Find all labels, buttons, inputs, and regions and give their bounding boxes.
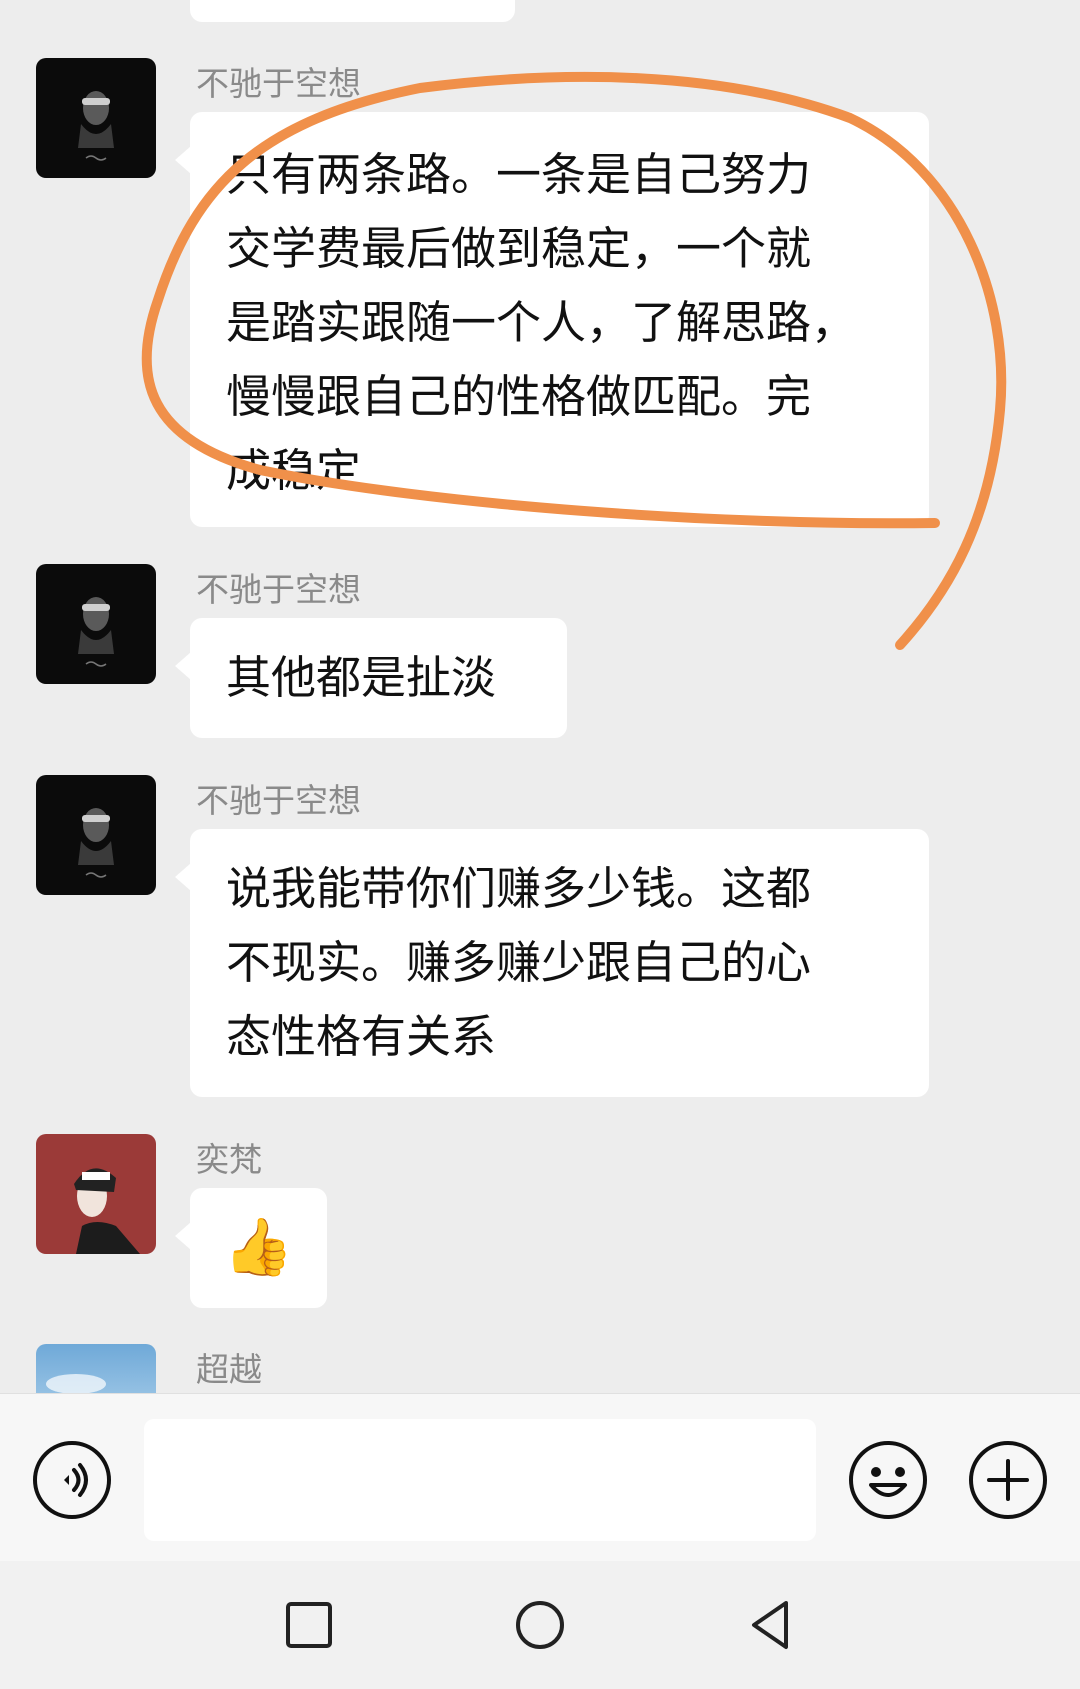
masked-man-avatar[interactable] [36,564,156,684]
message-text-line: 只有两条路。一条是自己努力 [226,148,812,201]
message-text-line: 说我能带你们赚多少钱。这都 [226,862,812,915]
back-icon[interactable] [740,1595,800,1655]
message-text-line: 成稳定 [226,444,362,497]
message-bubble[interactable]: 其他都是扯淡 [175,618,567,738]
masked-man-avatar[interactable] [36,58,156,178]
message-text-line: 交学费最后做到稳定，一个就 [226,222,812,275]
home-icon[interactable] [510,1595,570,1655]
previous-message-bubble[interactable] [190,0,515,22]
message-bubble[interactable]: 只有两条路。一条是自己努力 交学费最后做到稳定，一个就 是踏实跟随一个人，了解思… [175,112,929,527]
recent-apps-icon[interactable] [279,1595,339,1655]
sender-name: 奕梵 [196,1140,262,1179]
message-text-line: 其他都是扯淡 [226,651,497,704]
hooded-man-avatar[interactable] [36,1134,156,1254]
message-text-line: 是踏实跟随一个人，了解思路， [226,296,857,349]
message-text-line: 不现实。赚多赚少跟自己的心 [226,936,812,989]
message-text-line: 慢慢跟自己的性格做匹配。完 [226,370,812,423]
chat-message-list[interactable]: 不驰于空想 只有两条路。一条是自己努力 交学费最后做到稳定，一个就 是踏实跟随一… [0,0,1080,1393]
sender-name: 不驰于空想 [196,64,361,103]
message-bubble[interactable]: 👍 [175,1188,327,1308]
input-bar [0,1393,1080,1562]
voice-input-icon[interactable] [31,1439,113,1521]
emoji-icon[interactable] [847,1439,929,1521]
message-bubble[interactable]: 说我能带你们赚多少钱。这都 不现实。赚多赚少跟自己的心 态性格有关系 [175,829,929,1097]
masked-man-avatar[interactable] [36,775,156,895]
plus-icon[interactable] [967,1439,1049,1521]
message-text-line: 态性格有关系 [226,1010,497,1063]
sender-name: 不驰于空想 [196,570,361,609]
thumbs-up-emoji: 👍 [223,1215,294,1280]
message-input[interactable] [144,1419,816,1541]
system-nav-bar [0,1561,1080,1689]
sky-avatar[interactable] [36,1344,156,1393]
sender-name: 不驰于空想 [196,781,361,820]
sender-name: 超越 [196,1350,262,1389]
